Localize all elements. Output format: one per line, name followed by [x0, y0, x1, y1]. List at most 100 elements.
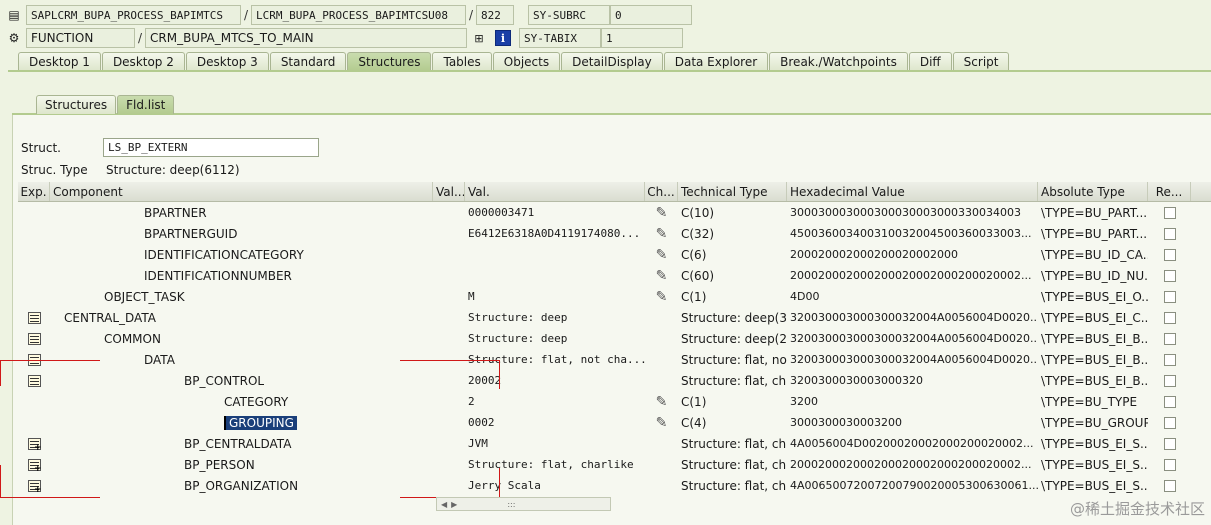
table-row[interactable]: BP_CONTROL 20002 Structure: flat, ch... 320… [18, 370, 1211, 391]
table-row[interactable]: BP_CENTRALDATA JVM Structure: flat, ch...4… [18, 433, 1211, 454]
col-val[interactable]: Val. [465, 182, 645, 201]
pencil-icon[interactable]: ✎ [656, 394, 668, 410]
re-checkbox[interactable] [1163, 353, 1176, 366]
component-name[interactable]: CATEGORY [224, 395, 288, 409]
re-checkbox[interactable] [1163, 437, 1176, 450]
expand-cell[interactable] [18, 433, 50, 454]
pencil-icon[interactable]: ✎ [656, 205, 668, 221]
scroll-grip-icon[interactable]: ::: [507, 500, 515, 509]
table-row[interactable]: DATA Structure: flat, not cha... Structure… [18, 349, 1211, 370]
collapse-icon[interactable] [27, 311, 41, 324]
re-cell[interactable] [1148, 328, 1191, 349]
component-name[interactable]: GROUPING [224, 415, 297, 430]
tab-objects[interactable]: Objects [492, 52, 561, 71]
expand-cell[interactable] [18, 202, 50, 223]
value-cell[interactable] [465, 265, 645, 286]
collapse-icon[interactable] [27, 374, 41, 387]
component-name[interactable]: COMMON [104, 332, 161, 346]
expand-icon[interactable] [27, 479, 42, 495]
pencil-icon[interactable]: ✎ [656, 247, 668, 263]
table-row[interactable]: OBJECT_TASK M ✎ C(1) 4D00 \TYPE=BUS_EI_O... [18, 286, 1211, 307]
tab-desktop-2[interactable]: Desktop 2 [101, 52, 185, 71]
re-checkbox[interactable] [1163, 332, 1176, 345]
tab-data-explorer[interactable]: Data Explorer [663, 52, 769, 71]
expand-cell[interactable] [18, 286, 50, 307]
tab-structures[interactable]: Structures [347, 52, 432, 71]
col-exp[interactable]: Exp. [18, 182, 50, 201]
expand-cell[interactable] [18, 454, 50, 475]
value-cell[interactable]: M [465, 286, 645, 307]
table-row[interactable]: BP_ORGANIZATION Jerry Scala Structure: fla… [18, 475, 1211, 496]
expand-cell[interactable] [18, 370, 50, 391]
component-name[interactable]: IDENTIFICATIONNUMBER [144, 269, 292, 283]
re-cell[interactable] [1148, 286, 1191, 307]
re-cell[interactable] [1148, 370, 1191, 391]
re-checkbox[interactable] [1163, 479, 1176, 492]
tab-diff[interactable]: Diff [908, 52, 952, 71]
re-cell[interactable] [1148, 433, 1191, 454]
change-cell[interactable]: ✎ [645, 244, 678, 265]
value-cell[interactable]: Structure: deep [465, 307, 645, 328]
scroll-right-icon[interactable]: ▶ [451, 500, 457, 509]
re-cell[interactable] [1148, 265, 1191, 286]
table-row[interactable]: BP_PERSON Structure: flat, charlike Struct… [18, 454, 1211, 475]
re-checkbox[interactable] [1163, 248, 1176, 261]
component-name[interactable]: CENTRAL_DATA [64, 311, 156, 325]
value-cell[interactable]: 0002 [465, 412, 645, 433]
pencil-icon[interactable]: ✎ [656, 268, 668, 284]
tab-desktop-3[interactable]: Desktop 3 [185, 52, 269, 71]
component-name[interactable]: BP_CONTROL [184, 374, 264, 388]
re-cell[interactable] [1148, 202, 1191, 223]
re-checkbox[interactable] [1163, 269, 1176, 282]
expand-cell[interactable] [18, 244, 50, 265]
col-re[interactable]: Re... [1148, 182, 1191, 201]
re-cell[interactable] [1148, 391, 1191, 412]
change-cell[interactable] [645, 433, 678, 454]
re-cell[interactable] [1148, 223, 1191, 244]
re-cell[interactable] [1148, 412, 1191, 433]
component-name[interactable]: BP_PERSON [184, 458, 255, 472]
pencil-icon[interactable]: ✎ [656, 289, 668, 305]
re-cell[interactable] [1148, 454, 1191, 475]
value-cell[interactable]: 20002 [465, 370, 645, 391]
col-component[interactable]: Component [50, 182, 433, 201]
subtab-fld-list[interactable]: Fld.list [117, 95, 175, 114]
re-checkbox[interactable] [1163, 290, 1176, 303]
pencil-icon[interactable]: ✎ [656, 415, 668, 431]
table-row[interactable]: IDENTIFICATIONNUMBER ✎ C(60) 20002000200020… [18, 265, 1211, 286]
expand-cell[interactable] [18, 328, 50, 349]
component-name[interactable]: DATA [144, 353, 175, 367]
expand-cell[interactable] [18, 265, 50, 286]
pencil-icon[interactable]: ✎ [656, 226, 668, 242]
value-cell[interactable]: JVM [465, 433, 645, 454]
component-name[interactable]: IDENTIFICATIONCATEGORY [144, 248, 304, 262]
re-checkbox[interactable] [1163, 395, 1176, 408]
change-cell[interactable] [645, 349, 678, 370]
info-icon[interactable]: i [495, 30, 511, 46]
table-row[interactable]: CATEGORY 2 ✎ C(1) 3200 \TYPE=BU_TYPE [18, 391, 1211, 412]
re-checkbox[interactable] [1163, 206, 1176, 219]
expand-icon[interactable] [27, 437, 42, 453]
table-row[interactable]: CENTRAL_DATA Structure: deep Structure: de… [18, 307, 1211, 328]
component-name[interactable]: BPARTNERGUID [144, 227, 237, 241]
struct-input[interactable]: LS_BP_EXTERN [103, 138, 319, 157]
re-checkbox[interactable] [1163, 227, 1176, 240]
change-cell[interactable]: ✎ [645, 391, 678, 412]
component-name[interactable]: BP_CENTRALDATA [184, 437, 291, 451]
re-cell[interactable] [1148, 349, 1191, 370]
component-name[interactable]: BP_ORGANIZATION [184, 479, 298, 493]
tab-breakpoints[interactable]: Break./Watchpoints [769, 52, 908, 71]
table-row[interactable]: IDENTIFICATIONCATEGORY ✎ C(6) 2000200020002… [18, 244, 1211, 265]
change-cell[interactable]: ✎ [645, 265, 678, 286]
scroll-left-icon[interactable]: ◀ [441, 500, 447, 509]
expand-cell[interactable] [18, 391, 50, 412]
table-row[interactable]: BPARTNERGUID E6412E6318A0D4119174080... ✎ C… [18, 223, 1211, 244]
change-cell[interactable]: ✎ [645, 202, 678, 223]
value-cell[interactable]: E6412E6318A0D4119174080... [465, 223, 645, 244]
change-cell[interactable] [645, 307, 678, 328]
re-checkbox[interactable] [1163, 416, 1176, 429]
tab-desktop-1[interactable]: Desktop 1 [18, 52, 101, 71]
value-cell[interactable]: Jerry Scala [465, 475, 645, 496]
re-checkbox[interactable] [1163, 374, 1176, 387]
horizontal-scrollbar[interactable]: ◀ ▶ ::: [436, 497, 611, 511]
